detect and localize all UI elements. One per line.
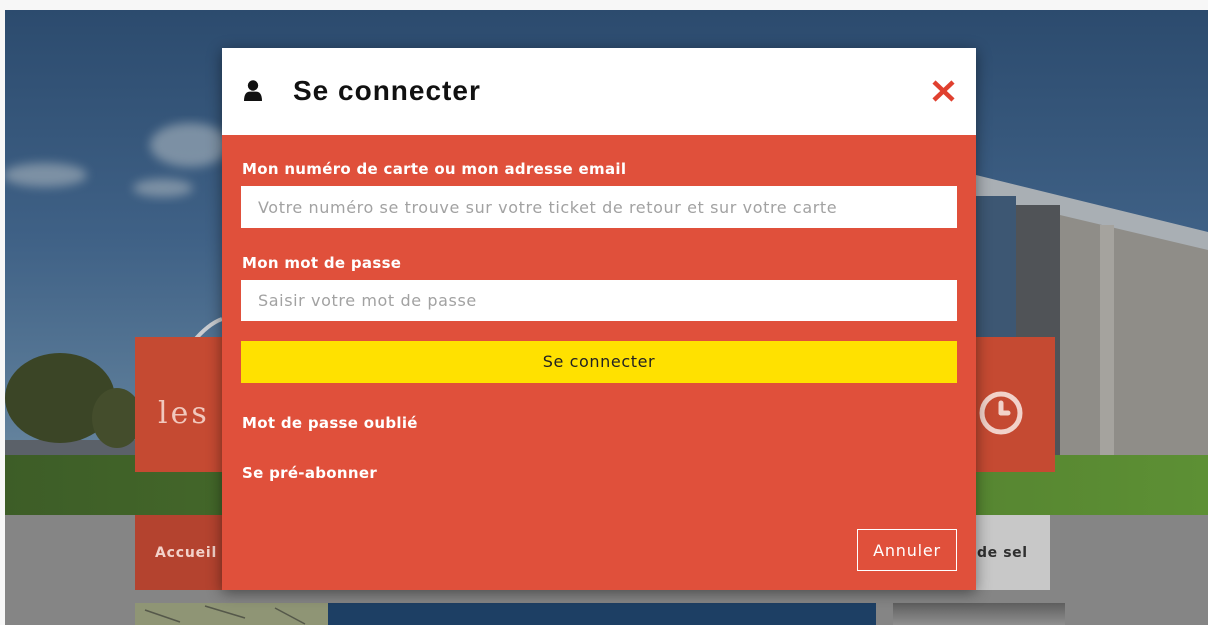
screen: les Accueil de sel Se connecter Mon numé… bbox=[0, 0, 1208, 625]
opening-hours-tile[interactable] bbox=[976, 337, 1055, 472]
clock-icon bbox=[979, 391, 1023, 435]
login-form: Mon numéro de carte ou mon adresse email… bbox=[222, 135, 976, 590]
news-image-right bbox=[893, 603, 1065, 625]
modal-title: Se connecter bbox=[293, 75, 481, 106]
password-label: Mon mot de passe bbox=[242, 254, 402, 272]
nav-item-label: Accueil bbox=[155, 545, 218, 561]
login-submit-button[interactable]: Se connecter bbox=[241, 341, 957, 383]
pre-subscribe-link[interactable]: Se pré-abonner bbox=[242, 464, 377, 482]
nav-item-label: de sel bbox=[977, 545, 1028, 561]
card-or-email-input[interactable] bbox=[241, 186, 957, 228]
close-icon bbox=[932, 80, 955, 102]
modal-header: Se connecter bbox=[222, 48, 976, 135]
login-modal: Se connecter Mon numéro de carte ou mon … bbox=[222, 48, 976, 590]
cancel-button[interactable]: Annuler bbox=[857, 529, 957, 571]
forgot-password-link[interactable]: Mot de passe oublié bbox=[242, 414, 418, 432]
card-or-email-label: Mon numéro de carte ou mon adresse email bbox=[242, 160, 627, 178]
site-logo: les bbox=[158, 396, 210, 431]
news-image-map bbox=[135, 603, 328, 625]
user-icon bbox=[244, 80, 262, 101]
nav-item-de-sel[interactable]: de sel bbox=[976, 515, 1050, 590]
logo-tile[interactable]: les bbox=[135, 337, 222, 472]
close-button[interactable] bbox=[928, 76, 959, 106]
news-banner-blue bbox=[328, 603, 876, 625]
nav-item-accueil[interactable]: Accueil bbox=[135, 515, 222, 590]
password-input[interactable] bbox=[241, 280, 957, 321]
